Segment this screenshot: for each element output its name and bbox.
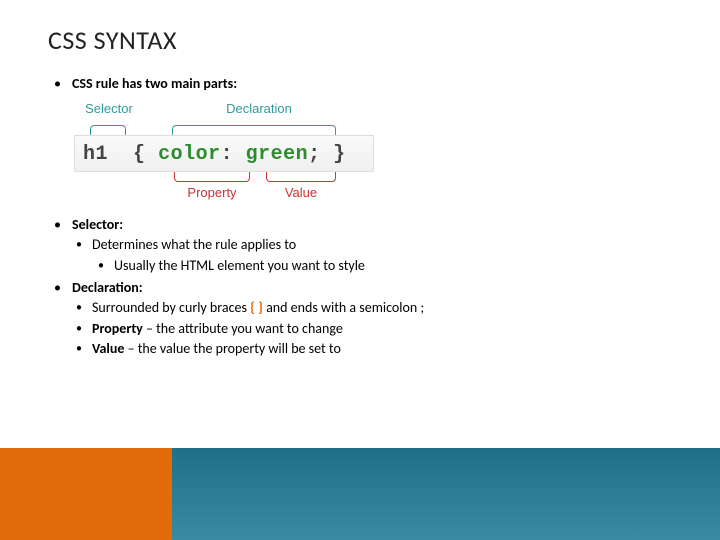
brace-bottom-value <box>266 172 336 182</box>
slide-content: • CSS rule has two main parts: Selector … <box>48 74 672 360</box>
diagram-bottom-labels: Property Value <box>74 184 384 203</box>
declaration-heading: Declaration: <box>72 278 143 298</box>
label-selector: Selector <box>74 100 144 119</box>
bullet-icon: • <box>98 256 114 276</box>
label-declaration: Declaration <box>184 100 334 119</box>
brace-bottom-property <box>174 172 250 182</box>
decl1-post: and ends with a semicolon ; <box>263 299 424 316</box>
bullet-icon: • <box>54 215 72 235</box>
brace-top-selector <box>90 125 126 135</box>
bullet-icon: • <box>76 339 92 359</box>
label-value: Value <box>266 184 336 203</box>
diagram-top-labels: Selector Declaration <box>74 100 384 119</box>
footer-bar <box>0 448 720 540</box>
diagram-code: h1 { color: green; } <box>74 135 374 172</box>
bullet-icon: • <box>54 278 72 298</box>
code-semicolon: ; <box>308 143 321 166</box>
bullet-icon: • <box>76 319 92 339</box>
label-property: Property <box>174 184 250 203</box>
bullet-icon: • <box>76 235 92 255</box>
bullet-selector: • Selector: <box>48 215 672 235</box>
code-value: green <box>246 143 309 166</box>
bullet-selector-sub1a: • Usually the HTML element you want to s… <box>48 256 672 276</box>
decl3-post: – the value the property will be set to <box>124 340 340 357</box>
decl1-pre: Surrounded by curly braces <box>92 299 250 316</box>
bullet-intro: • CSS rule has two main parts: <box>48 74 672 94</box>
bullet-selector-sub1: • Determines what the rule applies to <box>48 235 672 255</box>
bullet-icon: • <box>76 298 92 318</box>
decl2-pre: Property <box>92 320 143 337</box>
code-close-brace: } <box>333 143 346 166</box>
slide: CSS SYNTAX • CSS rule has two main parts… <box>0 0 720 540</box>
bullet-declaration: • Declaration: <box>48 278 672 298</box>
decl1-braces: { } <box>250 299 263 316</box>
intro-text: CSS rule has two main parts: <box>72 74 672 94</box>
footer-orange-block <box>0 448 172 540</box>
code-open-brace: { <box>133 143 146 166</box>
diagram-top-braces <box>74 121 384 135</box>
declaration-sub2-text: Property – the attribute you want to cha… <box>92 319 343 339</box>
declaration-sub1-text: Surrounded by curly braces { } and ends … <box>92 298 424 318</box>
bullet-declaration-sub3: • Value – the value the property will be… <box>48 339 672 359</box>
css-rule-diagram: Selector Declaration h1 { color: green; … <box>74 100 384 203</box>
decl3-pre: Value <box>92 340 124 357</box>
slide-title: CSS SYNTAX <box>48 24 672 56</box>
declaration-sub3-text: Value – the value the property will be s… <box>92 339 341 359</box>
selector-sub1a-text: Usually the HTML element you want to sty… <box>114 256 365 276</box>
brace-top-declaration <box>172 125 336 135</box>
bullet-declaration-sub2: • Property – the attribute you want to c… <box>48 319 672 339</box>
footer-teal-block <box>172 448 720 540</box>
bullet-icon: • <box>54 74 72 94</box>
bullet-declaration-sub1: • Surrounded by curly braces { } and end… <box>48 298 672 318</box>
selector-sub1-text: Determines what the rule applies to <box>92 235 296 255</box>
selector-heading: Selector: <box>72 215 123 235</box>
code-colon: : <box>221 143 234 166</box>
code-property: color <box>158 143 221 166</box>
code-tag: h1 <box>83 143 108 166</box>
decl2-post: – the attribute you want to change <box>143 320 343 337</box>
